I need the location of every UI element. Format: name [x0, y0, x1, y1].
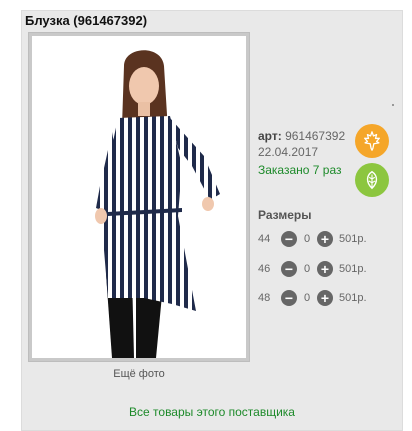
maple-leaf-icon: [364, 131, 380, 151]
quantity-value: 0: [303, 263, 311, 275]
product-date: 22.04.2017: [258, 145, 319, 159]
leaf-badge[interactable]: [355, 163, 389, 197]
decrement-button[interactable]: −: [281, 261, 297, 277]
product-photo-frame[interactable]: [28, 32, 250, 362]
size-value: 48: [258, 292, 271, 304]
product-title: Блузка (961467392): [25, 13, 148, 28]
size-row: 44 − 0 + 501р.: [258, 230, 367, 248]
decrement-button[interactable]: −: [281, 290, 297, 306]
decorative-dot: [392, 104, 394, 106]
increment-button[interactable]: +: [317, 261, 333, 277]
size-value: 44: [258, 233, 271, 245]
leaf-icon: [366, 170, 378, 190]
price-value: 501р.: [339, 292, 367, 304]
more-photos-link[interactable]: Ещё фото: [28, 368, 250, 380]
sizes-title: Размеры: [258, 208, 312, 222]
article-number: 961467392: [285, 129, 346, 143]
product-photo[interactable]: [32, 36, 246, 358]
price-value: 501р.: [339, 263, 367, 275]
model-illustration: [95, 50, 220, 358]
quantity-value: 0: [303, 233, 311, 245]
article-label: арт:: [258, 129, 282, 143]
price-value: 501р.: [339, 233, 367, 245]
quantity-value: 0: [303, 292, 311, 304]
decrement-button[interactable]: −: [281, 231, 297, 247]
size-row: 48 − 0 + 501р.: [258, 289, 367, 307]
maple-leaf-badge[interactable]: [355, 124, 389, 158]
product-info: арт: 961467392 22.04.2017 Заказано 7 раз: [258, 129, 345, 177]
size-value: 46: [258, 263, 271, 275]
size-row: 46 − 0 + 501р.: [258, 260, 367, 278]
article-line: арт: 961467392: [258, 129, 345, 143]
ordered-count: Заказано 7 раз: [258, 163, 342, 177]
supplier-products-link[interactable]: Все товары этого поставщика: [21, 405, 403, 419]
increment-button[interactable]: +: [317, 290, 333, 306]
increment-button[interactable]: +: [317, 231, 333, 247]
